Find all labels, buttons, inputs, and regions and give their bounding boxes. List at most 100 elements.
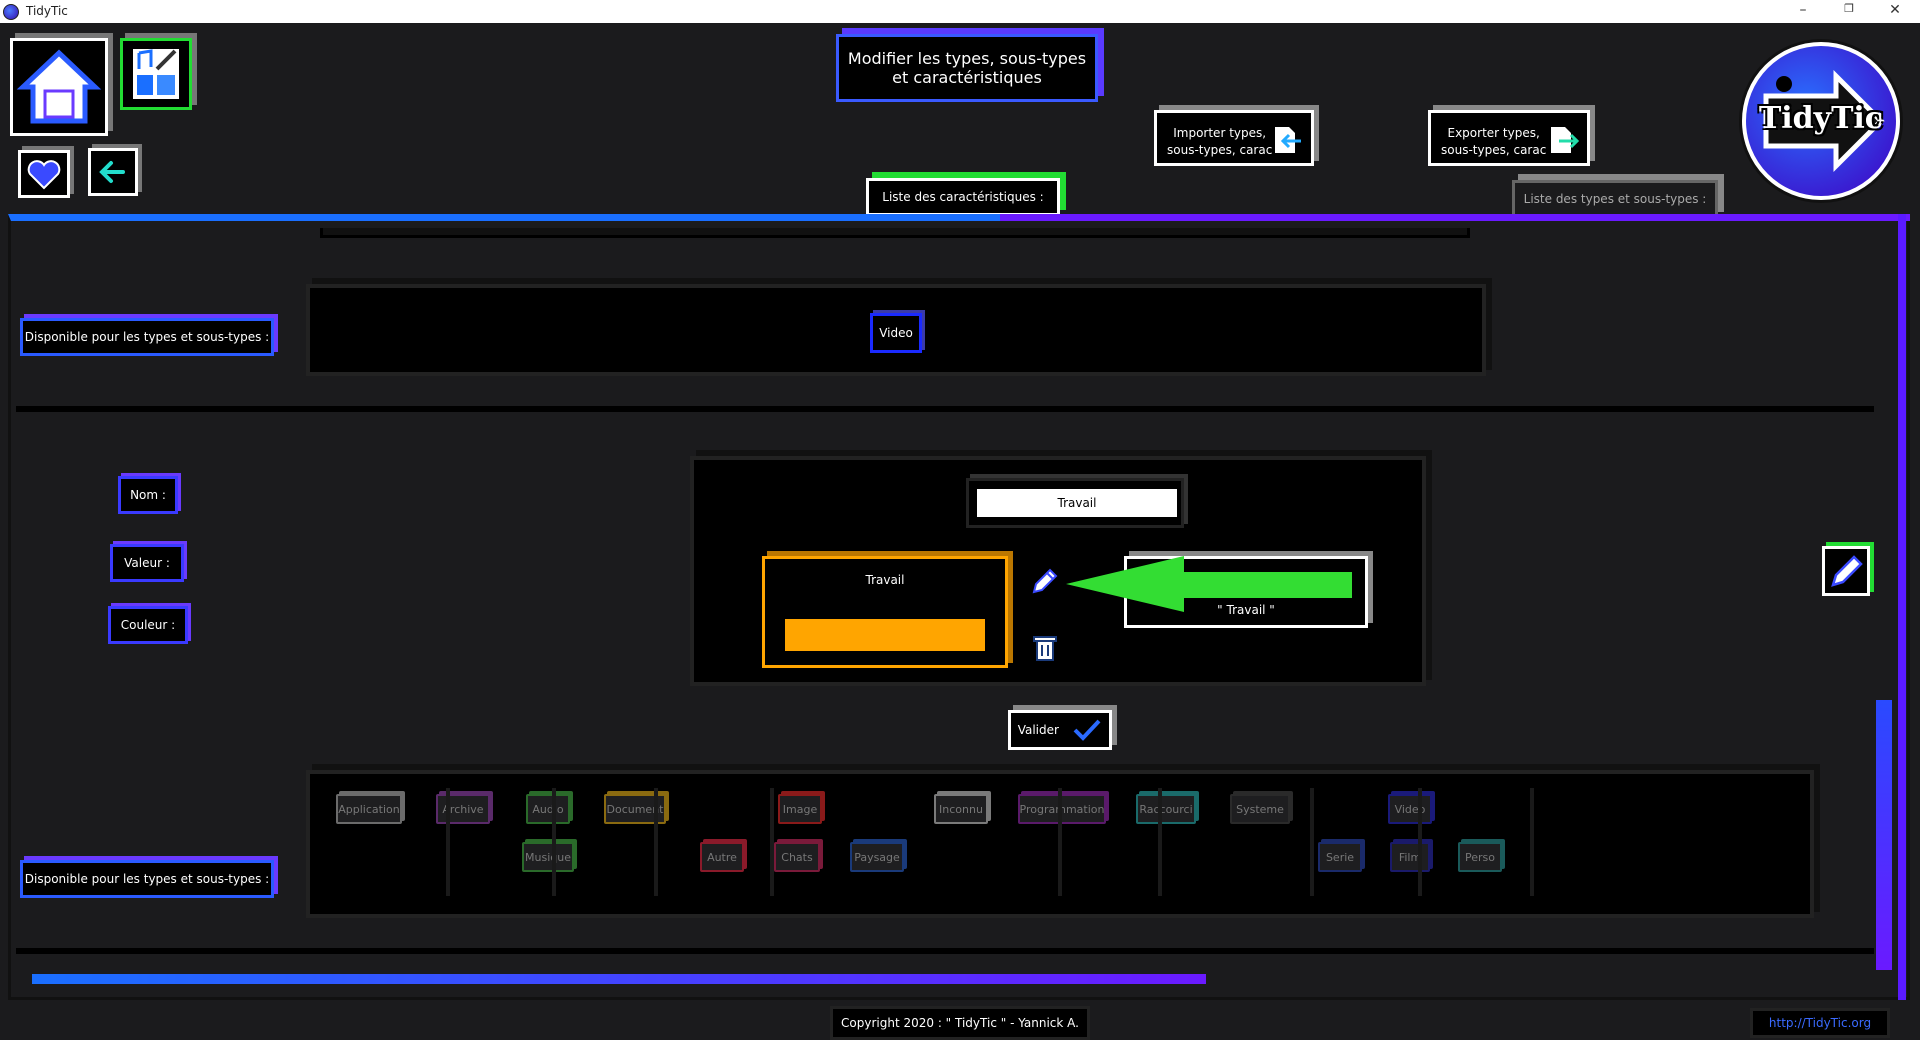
page-title: Modifier les types, sous-types et caract…	[836, 34, 1098, 102]
type-tag-label: Inconnu	[939, 802, 983, 816]
available-label-top: Disponible pour les types et sous-types …	[20, 318, 274, 356]
selected-chip-video[interactable]: Video	[870, 313, 922, 353]
validate-button-label: Valider	[1017, 723, 1059, 737]
vertical-scrollbar[interactable]	[1876, 700, 1892, 970]
type-tag-autre[interactable]: Autre	[700, 842, 744, 872]
tab-caracteristiques[interactable]: Liste des caractéristiques :	[866, 178, 1060, 216]
name-field-wrapper: Travail	[966, 478, 1184, 528]
type-tag-label: Image	[782, 802, 818, 816]
tab-caracteristiques-label: Liste des caractéristiques :	[882, 190, 1044, 204]
horizontal-scrollbar[interactable]	[32, 974, 1206, 984]
name-input[interactable]: Travail	[977, 489, 1177, 517]
color-label: Couleur :	[108, 606, 188, 644]
type-tag-serie[interactable]: Serie	[1318, 842, 1362, 872]
type-tag-application[interactable]: Application	[336, 794, 402, 824]
type-tag-label: Serie	[1325, 850, 1355, 864]
available-label-bottom-text: Disponible pour les types et sous-types …	[24, 872, 270, 886]
edit-panel: Travail Travail : " Travail "	[690, 456, 1426, 686]
favorites-button[interactable]	[18, 150, 70, 198]
type-tag-systeme[interactable]: Systeme	[1230, 794, 1290, 824]
copyright-footer: Copyright 2020 : " TidyTic " - Yannick A…	[830, 1006, 1090, 1040]
import-icon	[1275, 127, 1301, 153]
selected-types-panel: Video	[306, 284, 1486, 376]
export-label-line2: sous-types, carac	[1441, 143, 1547, 157]
page-title-line2: et caractéristiques	[892, 68, 1042, 87]
window-titlebar: TidyTic – ❐ ✕	[0, 0, 1920, 23]
tab-types-label: Liste des types et sous-types :	[1523, 192, 1707, 206]
type-tag-label: Application	[338, 802, 400, 816]
tidytic-logo: TidyTic	[1742, 42, 1900, 200]
copyright-text: Copyright 2020 : " TidyTic " - Yannick A…	[841, 1016, 1079, 1030]
app-logo-icon	[3, 4, 19, 20]
value-label-text: Valeur :	[124, 556, 170, 570]
import-label-line1: Importer types,	[1173, 126, 1267, 140]
color-swatch[interactable]	[785, 619, 985, 651]
type-tag-programmation[interactable]: Programmation	[1018, 794, 1106, 824]
name-input-value: Travail	[1057, 496, 1097, 510]
media-icon	[133, 49, 179, 99]
green-arrow-icon	[1066, 556, 1352, 612]
import-label-line2: sous-types, carac	[1167, 143, 1273, 157]
page-title-line1: Modifier les types, sous-types	[847, 49, 1087, 68]
previous-panel-edge	[320, 228, 1470, 238]
media-manager-button[interactable]	[120, 38, 192, 110]
value-card-title: Travail	[865, 573, 905, 587]
type-tag-label: Musique	[525, 850, 571, 864]
available-types-panel: Application Archive Audio Musique Document Im…	[306, 770, 1814, 918]
divider-bottom	[16, 948, 1874, 954]
close-button[interactable]: ✕	[1880, 2, 1910, 20]
name-label-text: Nom :	[130, 488, 166, 502]
check-icon	[1073, 719, 1101, 741]
type-tag-inconnu[interactable]: Inconnu	[934, 794, 988, 824]
type-tag-film[interactable]: Film	[1390, 842, 1430, 872]
selected-chip-label: Video	[879, 326, 913, 340]
import-button[interactable]: Importer types, sous-types, carac	[1154, 110, 1314, 166]
window-title: TidyTic	[26, 4, 68, 18]
export-icon	[1551, 127, 1579, 153]
tab-types[interactable]: Liste des types et sous-types :	[1512, 180, 1718, 218]
name-label: Nom :	[118, 476, 178, 514]
website-link[interactable]: http://TidyTic.org	[1750, 1008, 1890, 1038]
frame-right-accent	[1898, 214, 1906, 1000]
minimize-button[interactable]: –	[1788, 2, 1818, 20]
type-tag-audio[interactable]: Audio	[526, 794, 570, 824]
type-tag-paysage[interactable]: Paysage	[850, 842, 904, 872]
type-tag-chats[interactable]: Chats	[774, 842, 820, 872]
heart-icon	[27, 160, 61, 190]
available-label-top-text: Disponible pour les types et sous-types …	[24, 330, 270, 344]
export-button[interactable]: Exporter types, sous-types, carac	[1428, 110, 1590, 166]
frame-accent	[1000, 214, 1910, 221]
home-icon	[16, 49, 102, 124]
type-tag-label: Audio	[532, 802, 564, 816]
type-tag-label: Paysage	[854, 850, 900, 864]
color-label-text: Couleur :	[120, 618, 176, 632]
type-tag-label: Chats	[781, 850, 813, 864]
type-tag-label: Perso	[1465, 850, 1495, 864]
value-card[interactable]: Travail	[762, 556, 1008, 668]
edit-pencil-icon[interactable]	[1028, 566, 1060, 598]
type-tag-raccourci[interactable]: Raccourci	[1136, 794, 1196, 824]
restore-button[interactable]: ❐	[1834, 2, 1864, 20]
type-tag-video[interactable]: Video	[1388, 794, 1432, 824]
home-button[interactable]	[10, 38, 108, 136]
back-button[interactable]	[88, 148, 138, 196]
pencil-icon	[1831, 555, 1863, 587]
type-tag-perso[interactable]: Perso	[1458, 842, 1502, 872]
export-label-line1: Exporter types,	[1447, 126, 1540, 140]
type-tag-label: Programmation	[1019, 802, 1105, 816]
edit-mode-button[interactable]	[1822, 546, 1870, 596]
value-label: Valeur :	[110, 544, 184, 582]
type-tag-label: Autre	[707, 850, 737, 864]
available-label-bottom: Disponible pour les types et sous-types …	[20, 860, 274, 898]
type-tag-musique[interactable]: Musique	[522, 842, 574, 872]
website-link-text: http://TidyTic.org	[1768, 1016, 1872, 1030]
type-tag-image[interactable]: Image	[778, 794, 822, 824]
type-tag-label: Systeme	[1236, 802, 1284, 816]
divider-top	[16, 406, 1874, 412]
type-tag-archive[interactable]: Archive	[436, 794, 490, 824]
back-arrow-icon	[99, 161, 125, 183]
trash-icon[interactable]	[1030, 632, 1060, 664]
validate-button[interactable]: Valider	[1008, 710, 1112, 750]
logo-text: TidyTic	[1758, 101, 1884, 136]
type-tag-label: Raccourci	[1139, 802, 1193, 816]
